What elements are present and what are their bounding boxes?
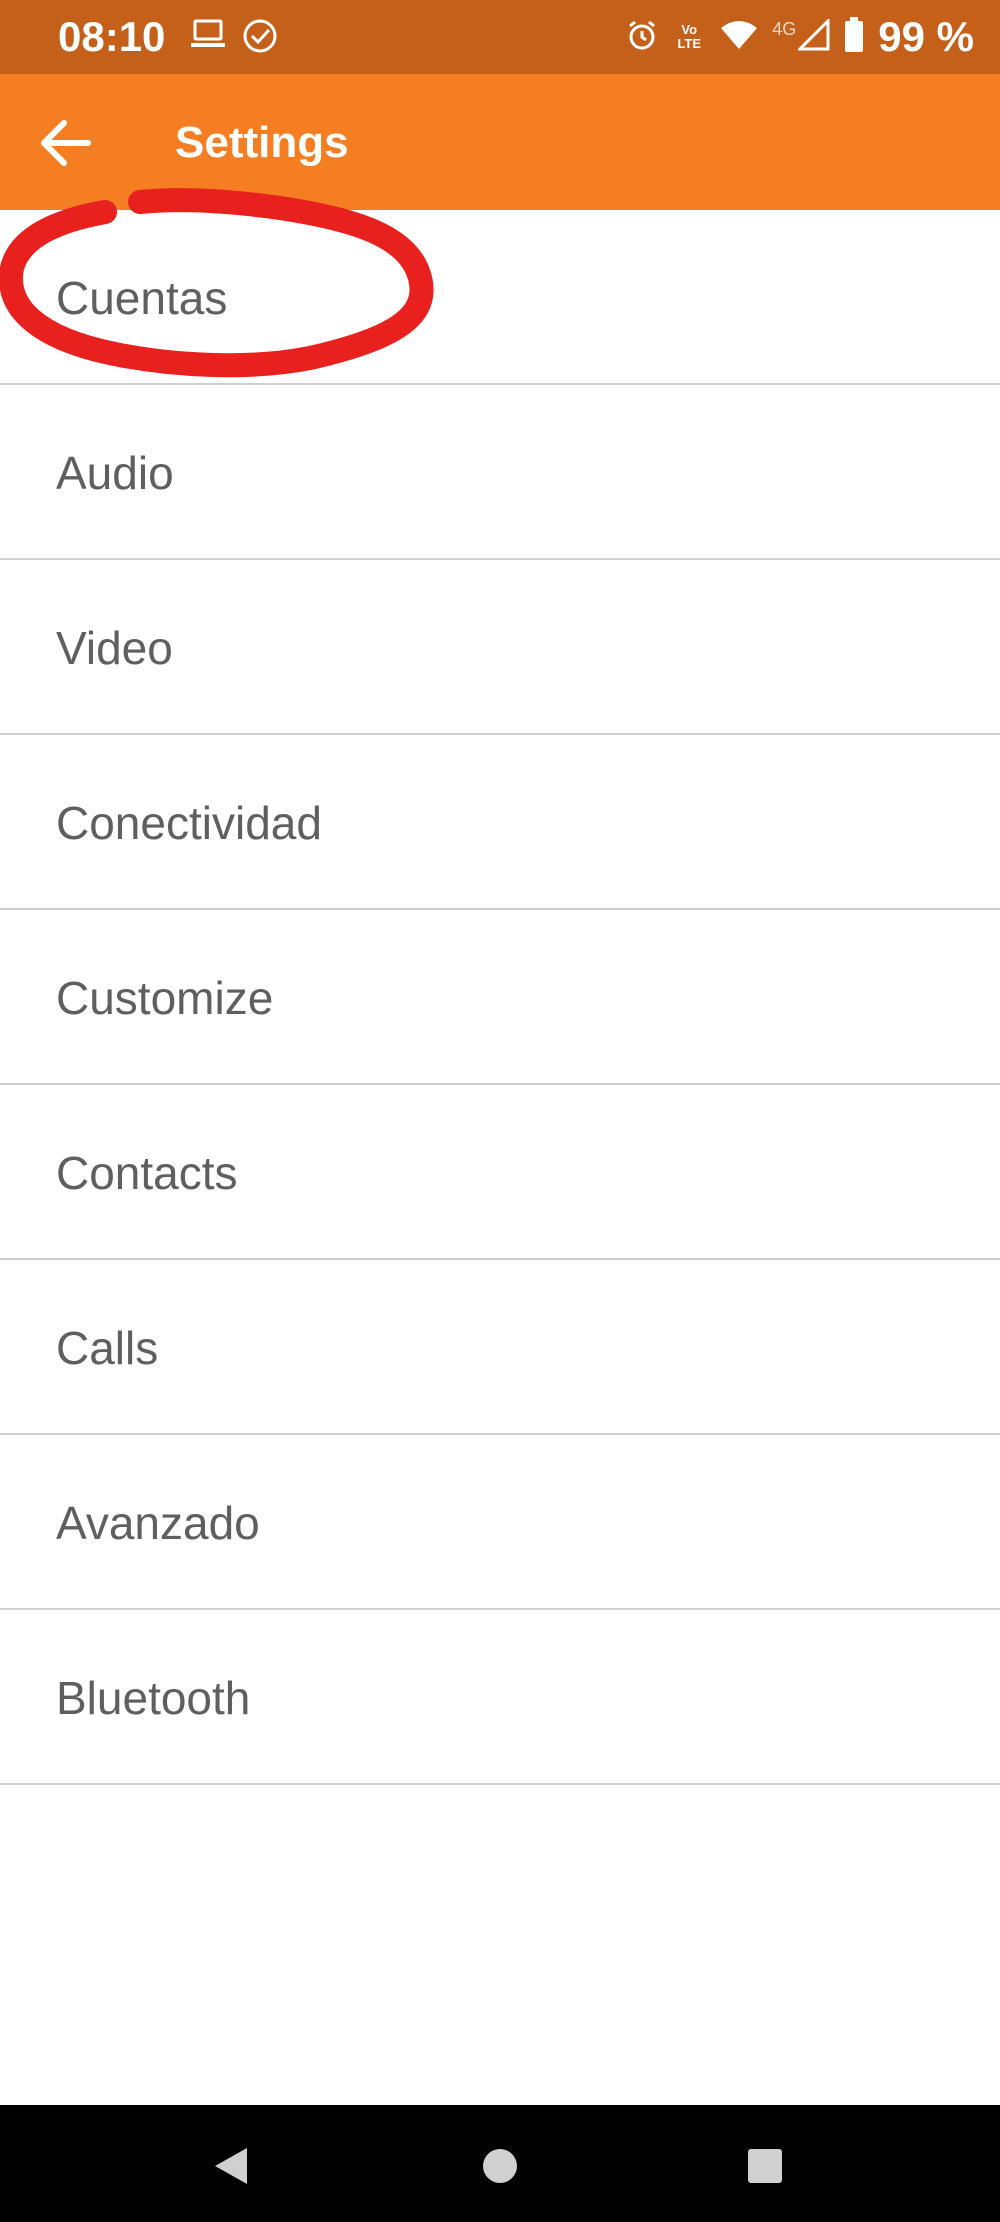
page-title: Settings — [175, 118, 349, 167]
settings-item-label: Cuentas — [56, 272, 228, 324]
settings-item-calls[interactable]: Calls — [0, 1260, 1000, 1435]
nav-home-button[interactable] — [475, 2141, 525, 2191]
laptop-icon — [190, 18, 226, 59]
nav-back-icon — [215, 2148, 247, 2184]
status-time: 08:10 — [58, 13, 166, 60]
alarm-icon — [626, 19, 658, 56]
check-circle-icon — [242, 18, 278, 59]
battery-percentage: 99 % — [878, 13, 974, 60]
navigation-bar — [0, 2105, 1000, 2222]
settings-item-label: Avanzado — [56, 1497, 260, 1549]
back-button[interactable] — [30, 108, 100, 178]
signal-icon — [796, 16, 830, 56]
settings-item-label: Video — [56, 622, 173, 674]
settings-item-bluetooth[interactable]: Bluetooth — [0, 1610, 1000, 1785]
wifi-icon — [720, 20, 758, 55]
volte-bottom-label: LTE — [677, 36, 702, 51]
settings-item-contacts[interactable]: Contacts — [0, 1085, 1000, 1260]
settings-item-avanzado[interactable]: Avanzado — [0, 1435, 1000, 1610]
settings-item-label: Conectividad — [56, 797, 322, 849]
status-bar: 08:10 Vo LTE 4G 99 % — [0, 0, 1000, 74]
arrow-back-icon — [41, 120, 91, 166]
settings-item-video[interactable]: Video — [0, 560, 1000, 735]
nav-recents-button[interactable] — [740, 2141, 790, 2191]
settings-item-conectividad[interactable]: Conectividad — [0, 735, 1000, 910]
volte-icon: Vo LTE — [672, 23, 706, 51]
settings-item-label: Contacts — [56, 1147, 238, 1199]
settings-item-customize[interactable]: Customize — [0, 910, 1000, 1085]
settings-item-label: Audio — [56, 447, 174, 499]
settings-item-label: Calls — [56, 1322, 159, 1374]
settings-item-cuentas[interactable]: Cuentas — [0, 210, 1000, 385]
settings-item-audio[interactable]: Audio — [0, 385, 1000, 560]
settings-item-label: Customize — [56, 972, 274, 1024]
nav-back-button[interactable] — [206, 2141, 256, 2191]
volte-top-label: Vo — [681, 22, 698, 37]
settings-item-label: Bluetooth — [56, 1672, 251, 1724]
settings-list: Cuentas Audio Video Conectividad Customi… — [0, 210, 1000, 1785]
nav-recents-icon — [748, 2149, 782, 2183]
app-bar: Settings — [0, 74, 1000, 210]
battery-icon — [844, 16, 864, 58]
network-type-label: 4G — [772, 18, 797, 39]
nav-home-icon — [483, 2149, 517, 2183]
